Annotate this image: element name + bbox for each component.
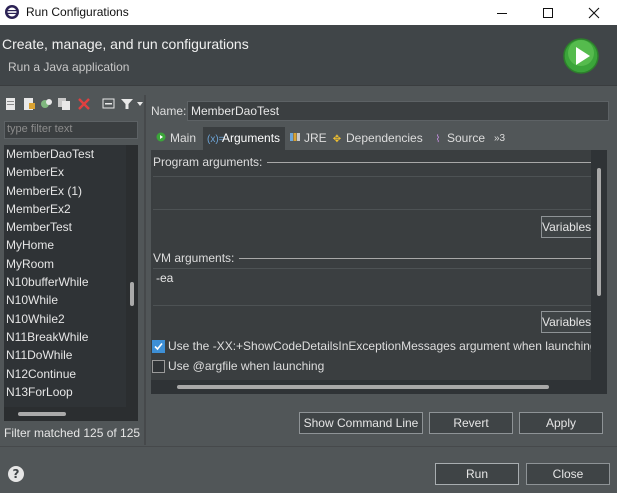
tab-jre[interactable]: JRE bbox=[285, 127, 327, 150]
tree-vertical-thumb[interactable] bbox=[130, 282, 134, 306]
dialog-subtitle: Run a Java application bbox=[8, 60, 130, 74]
program-arguments-label: Program arguments: bbox=[153, 155, 263, 169]
jre-tab-icon bbox=[289, 128, 301, 151]
arguments-tab-icon: (x)= bbox=[207, 134, 225, 145]
filter-icon[interactable] bbox=[120, 97, 134, 111]
run-button[interactable]: Run bbox=[435, 463, 519, 485]
window-title: Run Configurations bbox=[26, 5, 129, 19]
list-toolbar bbox=[2, 97, 144, 113]
tab-jre-label: JRE bbox=[304, 131, 327, 145]
checkmark-icon bbox=[154, 342, 163, 351]
panel-vertical-thumb[interactable] bbox=[597, 168, 601, 296]
duplicate-icon[interactable] bbox=[57, 97, 71, 111]
collapse-all-icon[interactable] bbox=[102, 97, 116, 111]
tree-item[interactable]: MemberEx2 bbox=[4, 200, 138, 218]
panel-vertical-scrollbar[interactable] bbox=[591, 150, 607, 380]
panel-horizontal-scrollbar[interactable] bbox=[151, 380, 607, 394]
tree-item[interactable]: N11DoWhile bbox=[4, 346, 138, 364]
tree-item[interactable]: N11BreakWhile bbox=[4, 328, 138, 346]
footer-separator bbox=[0, 446, 617, 447]
tree-item[interactable]: MyHome bbox=[4, 236, 138, 254]
pane-divider[interactable] bbox=[144, 95, 146, 445]
filter-input[interactable]: type filter text bbox=[4, 121, 138, 139]
close-button[interactable]: Close bbox=[526, 463, 610, 485]
argfile-checkbox[interactable] bbox=[152, 360, 165, 373]
export-icon[interactable] bbox=[40, 97, 54, 111]
name-label: Name: bbox=[151, 104, 187, 118]
tree-horizontal-thumb[interactable] bbox=[18, 412, 66, 416]
new-configuration-icon[interactable] bbox=[4, 97, 18, 111]
vm-variables-button[interactable]: Variables... bbox=[541, 311, 593, 333]
tab-overflow-label: »3 bbox=[494, 133, 506, 144]
close-icon bbox=[588, 7, 600, 19]
tree-item[interactable]: MemberDaoTest bbox=[4, 145, 138, 163]
program-variables-button[interactable]: Variables... bbox=[541, 216, 593, 238]
tree-item[interactable]: N13ForLoop bbox=[4, 383, 138, 401]
window-titlebar: Run Configurations bbox=[0, 0, 617, 25]
tree-items: MemberDaoTest MemberEx MemberEx (1) MemberE… bbox=[4, 145, 138, 401]
tab-dependencies-label: Dependencies bbox=[346, 131, 423, 145]
header-separator bbox=[0, 85, 617, 86]
dependencies-tab-icon: ✥ bbox=[332, 134, 342, 145]
arguments-panel: Program arguments: Variables... VM argum… bbox=[151, 150, 607, 394]
delete-icon[interactable] bbox=[77, 97, 91, 111]
minimize-button[interactable] bbox=[479, 0, 525, 25]
filter-status: Filter matched 125 of 125 bbox=[4, 426, 141, 440]
configuration-tree[interactable]: MemberDaoTest MemberEx MemberEx (1) MemberE… bbox=[4, 145, 138, 421]
vm-arguments-label: VM arguments: bbox=[153, 251, 235, 265]
config-tabs: Main (x)=Arguments JRE ✥ Dependencies ⌇ So… bbox=[151, 127, 609, 150]
tab-source-label: Source bbox=[447, 131, 486, 145]
tree-item[interactable]: MemberEx bbox=[4, 163, 138, 181]
maximize-icon bbox=[543, 8, 553, 18]
tree-item[interactable]: N10bufferWhile bbox=[4, 273, 138, 291]
tree-item[interactable]: N12Continue bbox=[4, 365, 138, 383]
tab-main[interactable]: Main bbox=[151, 127, 203, 150]
configuration-list-pane: type filter text MemberDaoTest MemberEx Me… bbox=[0, 95, 143, 445]
tab-overflow[interactable]: »3 bbox=[490, 127, 514, 150]
minimize-icon bbox=[497, 13, 507, 14]
tree-item[interactable]: N10While bbox=[4, 291, 138, 309]
tab-main-label: Main bbox=[170, 131, 197, 145]
maximize-button[interactable] bbox=[525, 0, 571, 25]
dialog-header: Create, manage, and run configurations R… bbox=[0, 25, 617, 85]
view-menu-icon[interactable] bbox=[136, 97, 144, 111]
main-tab-icon bbox=[155, 128, 167, 151]
show-code-details-checkbox-row[interactable]: Use the -XX:+ShowCodeDetailsInExceptionM… bbox=[152, 339, 592, 355]
close-window-button[interactable] bbox=[571, 0, 617, 25]
vm-arguments-rule bbox=[239, 258, 591, 259]
tree-item[interactable]: N10While2 bbox=[4, 310, 138, 328]
program-arguments-rule bbox=[267, 162, 591, 163]
tab-source[interactable]: ⌇ Source bbox=[428, 127, 490, 150]
tree-item[interactable]: MyRoom bbox=[4, 255, 138, 273]
show-command-line-button[interactable]: Show Command Line bbox=[299, 412, 423, 434]
argfile-checkbox-row[interactable]: Use @argfile when launching bbox=[152, 359, 592, 375]
tree-item[interactable]: MemberEx (1) bbox=[4, 182, 138, 200]
tab-arguments[interactable]: (x)=Arguments bbox=[203, 127, 285, 150]
tab-arguments-label: Arguments bbox=[222, 131, 281, 145]
program-arguments-textarea[interactable] bbox=[153, 176, 593, 210]
new-prototype-icon[interactable] bbox=[22, 97, 36, 111]
dialog-title: Create, manage, and run configurations bbox=[2, 36, 249, 52]
panel-horizontal-thumb[interactable] bbox=[177, 385, 549, 389]
tree-item[interactable]: MemberTest bbox=[4, 218, 138, 236]
name-field[interactable]: MemberDaoTest bbox=[187, 101, 609, 121]
vm-arguments-textarea[interactable]: -ea bbox=[153, 268, 593, 306]
help-icon[interactable]: ? bbox=[8, 466, 24, 482]
show-code-details-checkbox[interactable] bbox=[152, 340, 165, 353]
argfile-label: Use @argfile when launching bbox=[168, 359, 325, 373]
source-tab-icon: ⌇ bbox=[435, 134, 441, 145]
revert-button[interactable]: Revert bbox=[429, 412, 513, 434]
show-code-details-label: Use the -XX:+ShowCodeDetailsInExceptionM… bbox=[168, 339, 592, 353]
tab-dependencies[interactable]: ✥ Dependencies bbox=[327, 127, 427, 150]
tree-vertical-scrollbar[interactable] bbox=[126, 145, 138, 421]
tree-horizontal-scrollbar[interactable] bbox=[4, 407, 126, 421]
eclipse-app-icon bbox=[5, 5, 19, 19]
apply-button[interactable]: Apply bbox=[519, 412, 603, 434]
run-icon bbox=[563, 38, 599, 74]
